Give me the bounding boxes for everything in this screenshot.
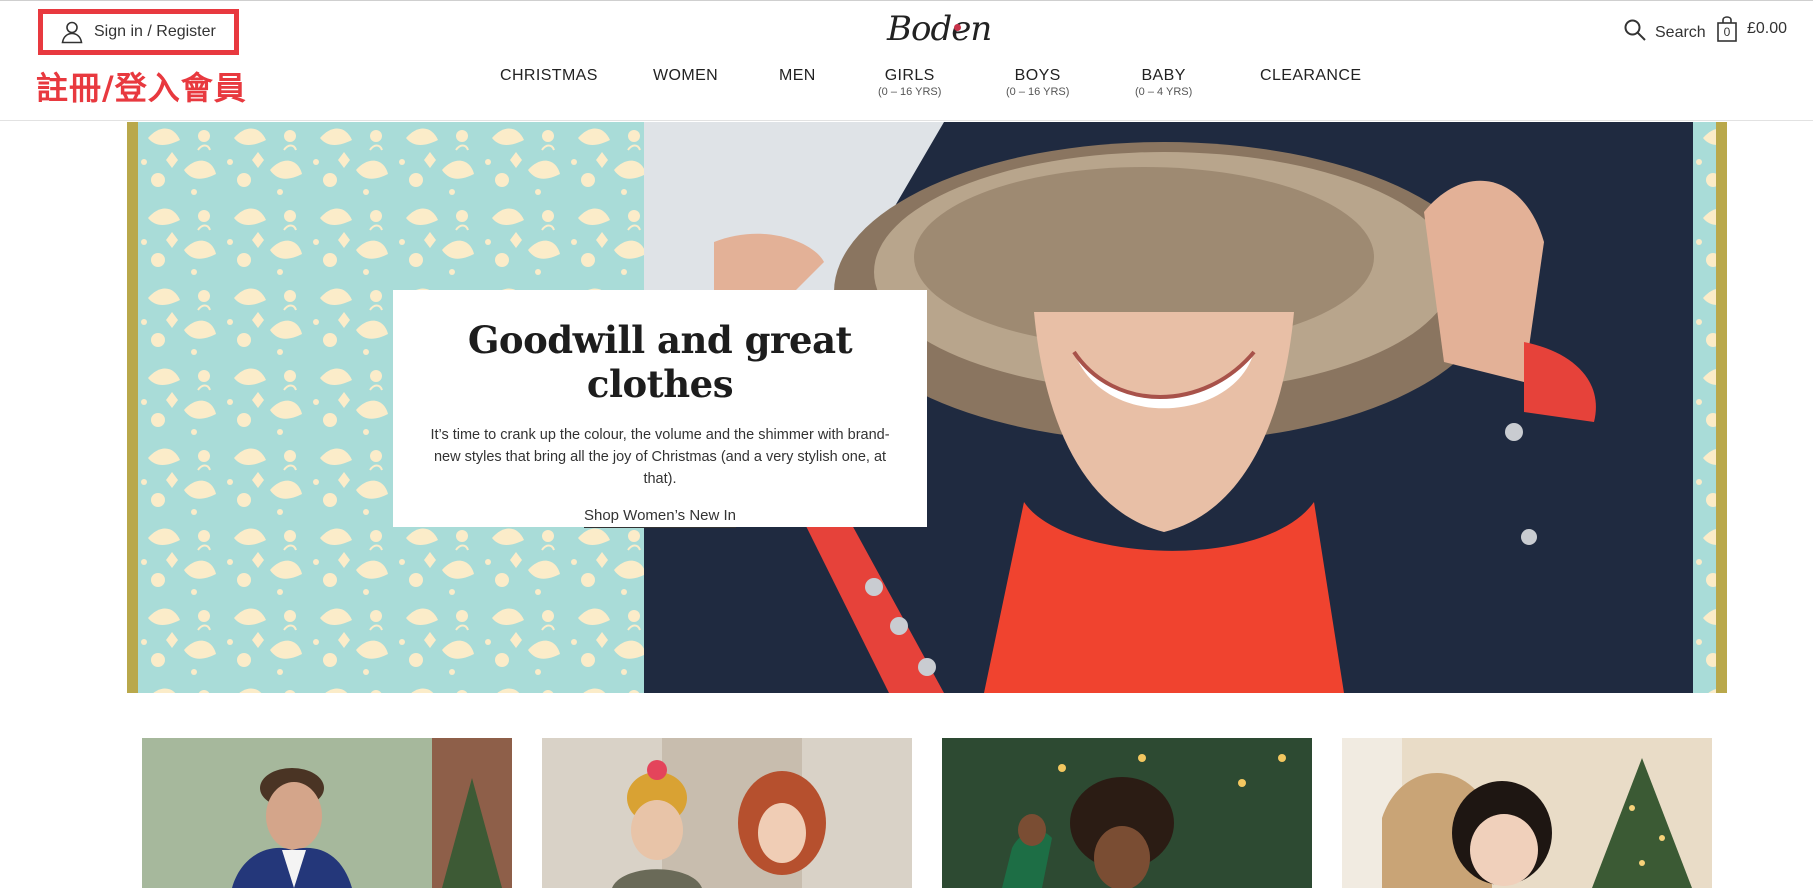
hero-body-text: It’s time to crank up the colour, the vo… [430,427,890,487]
nav-item-girls[interactable]: GIRLS (0 – 16 YRS) [878,67,941,98]
product-tile-men[interactable] [142,738,512,888]
nav-item-baby[interactable]: BABY (0 – 4 YRS) [1135,67,1192,98]
sign-in-register-label: Sign in / Register [94,23,216,40]
nav-item-label: MEN [779,67,816,84]
nav-item-label: BABY [1141,67,1186,84]
nav-item-christmas[interactable]: CHRISTMAS [500,67,598,85]
nav-item-label: GIRLS [884,67,935,84]
user-icon [60,20,84,44]
hero-title: Goodwill and great clothes [467,318,853,406]
product-tile-boys[interactable] [942,738,1312,888]
nav-item-label: CHRISTMAS [500,67,598,84]
boden-logo[interactable]: Boden [885,9,992,51]
logo-text: Boden [887,9,992,49]
product-tile-baby[interactable] [1342,738,1712,888]
search-label: Search [1655,23,1706,41]
hero-frame-right [1716,122,1727,693]
nav-item-sublabel: (0 – 16 YRS) [878,86,942,98]
nav-item-clearance[interactable]: CLEARANCE [1260,67,1361,85]
bag-icon: 0 [1716,16,1738,42]
product-tile-girls[interactable] [542,738,912,888]
nav-item-sublabel: (0 – 16 YRS) [1006,86,1070,98]
hero-promo-card: Goodwill and great clothes It’s time to … [393,290,927,528]
shop-womens-new-in-link[interactable]: Shop Women’s New In [583,507,737,528]
nav-item-sublabel: (0 – 4 YRS) [1135,86,1193,98]
nav-item-label: BOYS [1014,67,1061,84]
nav-item-label: CLEARANCE [1260,67,1362,84]
main-nav: CHRISTMAS WOMEN MEN GIRLS (0 – 16 YRS) B… [0,67,1813,107]
site-header: Sign in / Register 註冊/登入會員 Boden CHRISTM… [0,1,1813,121]
nav-item-boys[interactable]: BOYS (0 – 16 YRS) [1006,67,1069,98]
bag-total: £0.00 [1747,20,1788,37]
nav-item-label: WOMEN [653,67,719,84]
search-button[interactable]: Search [1623,18,1706,47]
sign-in-register-button[interactable]: Sign in / Register [38,9,239,55]
nav-item-women[interactable]: WOMEN [653,67,718,85]
bag-count: 0 [1723,25,1731,39]
hero-banner[interactable]: Goodwill and great clothes It’s time to … [127,122,1727,693]
logo-ornament [954,24,961,31]
hero-floral-pattern-right [1693,122,1716,693]
search-icon [1623,18,1647,47]
nav-item-men[interactable]: MEN [779,67,816,85]
hero-frame-left [127,122,138,693]
shopping-bag-button[interactable]: 0 £0.00 [1716,16,1787,42]
